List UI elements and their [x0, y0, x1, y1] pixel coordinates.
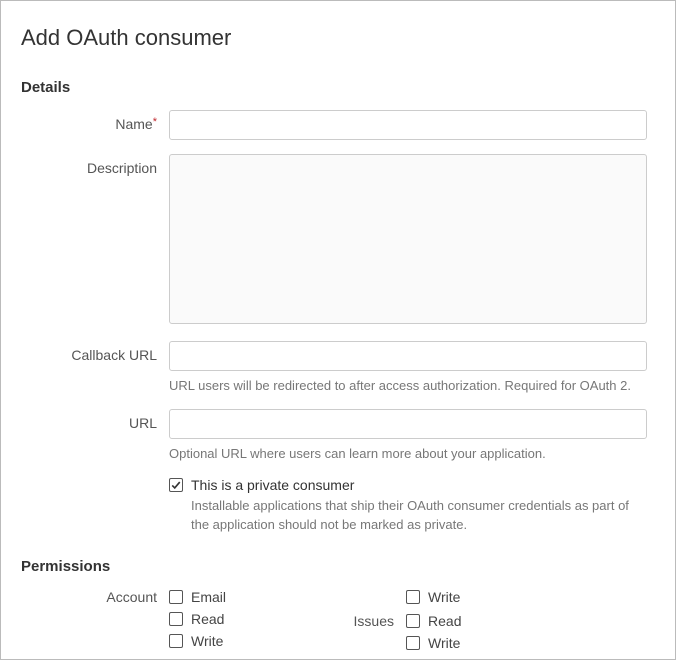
issues-group-label: Issues [346, 613, 394, 629]
callback-url-help: URL users will be redirected to after ac… [169, 377, 647, 395]
account-write-checkbox[interactable] [169, 634, 183, 648]
issues-read-label: Read [428, 613, 461, 629]
description-row: Description [21, 154, 647, 327]
details-heading: Details [21, 79, 647, 96]
private-consumer-row: This is a private consumer Installable a… [21, 477, 647, 533]
private-consumer-label: This is a private consumer [191, 477, 354, 493]
issues-write-label: Write [428, 635, 460, 651]
permissions-block: Account Email Read Write [21, 589, 647, 651]
permissions-col-2: Write Issues Read Write [346, 589, 461, 651]
page-title: Add OAuth consumer [21, 25, 647, 51]
description-label: Description [21, 154, 169, 176]
callback-url-input[interactable] [169, 341, 647, 371]
account-read-label: Read [191, 611, 224, 627]
url-label: URL [21, 409, 169, 431]
callback-url-row: Callback URL URL users will be redirecte… [21, 341, 647, 395]
permissions-heading: Permissions [21, 558, 647, 575]
name-input[interactable] [169, 110, 647, 140]
col2-write-checkbox[interactable] [406, 590, 420, 604]
private-consumer-checkbox[interactable] [169, 478, 183, 492]
url-input[interactable] [169, 409, 647, 439]
issues-write-checkbox[interactable] [406, 636, 420, 650]
col2-write-label: Write [428, 589, 460, 605]
name-label: Name* [21, 110, 169, 132]
issues-read-checkbox[interactable] [406, 614, 420, 628]
required-indicator: * [153, 116, 157, 128]
account-email-checkbox[interactable] [169, 590, 183, 604]
name-row: Name* [21, 110, 647, 140]
account-permissions: Email Read Write [169, 589, 226, 651]
callback-url-label: Callback URL [21, 341, 169, 363]
description-input[interactable] [169, 154, 647, 324]
private-consumer-help: Installable applications that ship their… [191, 497, 647, 533]
account-group-label: Account [21, 589, 169, 651]
check-icon [171, 480, 181, 490]
account-email-label: Email [191, 589, 226, 605]
url-help: Optional URL where users can learn more … [169, 445, 647, 463]
account-write-label: Write [191, 633, 223, 649]
oauth-consumer-form: Add OAuth consumer Details Name* Descrip… [0, 0, 676, 660]
url-row: URL Optional URL where users can learn m… [21, 409, 647, 463]
account-read-checkbox[interactable] [169, 612, 183, 626]
